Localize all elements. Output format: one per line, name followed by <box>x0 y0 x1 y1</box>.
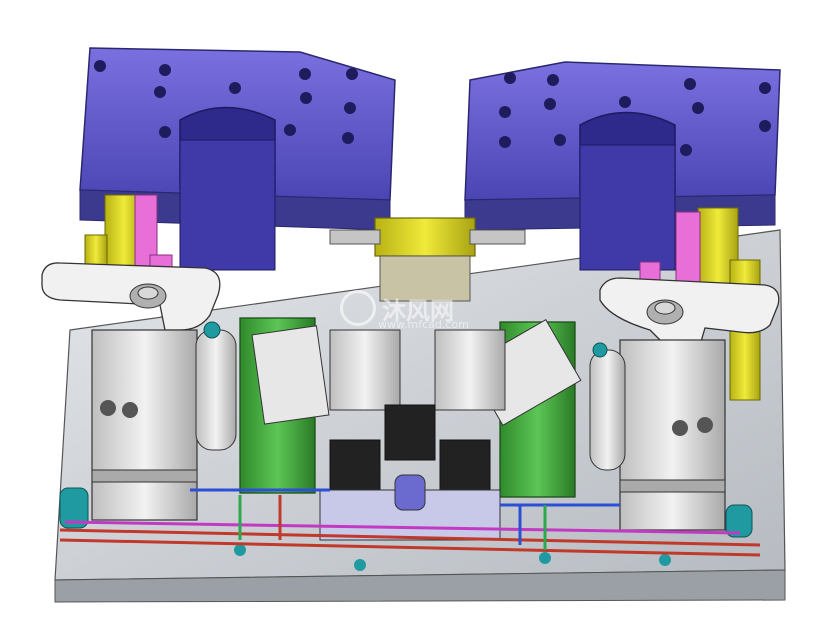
cad-viewport: 沐风网 www.mfcad.com <box>0 0 820 625</box>
left-clamp-arm <box>41 262 221 331</box>
fixture-assembly-drawing <box>41 47 786 603</box>
left-green-bracket <box>239 317 330 494</box>
